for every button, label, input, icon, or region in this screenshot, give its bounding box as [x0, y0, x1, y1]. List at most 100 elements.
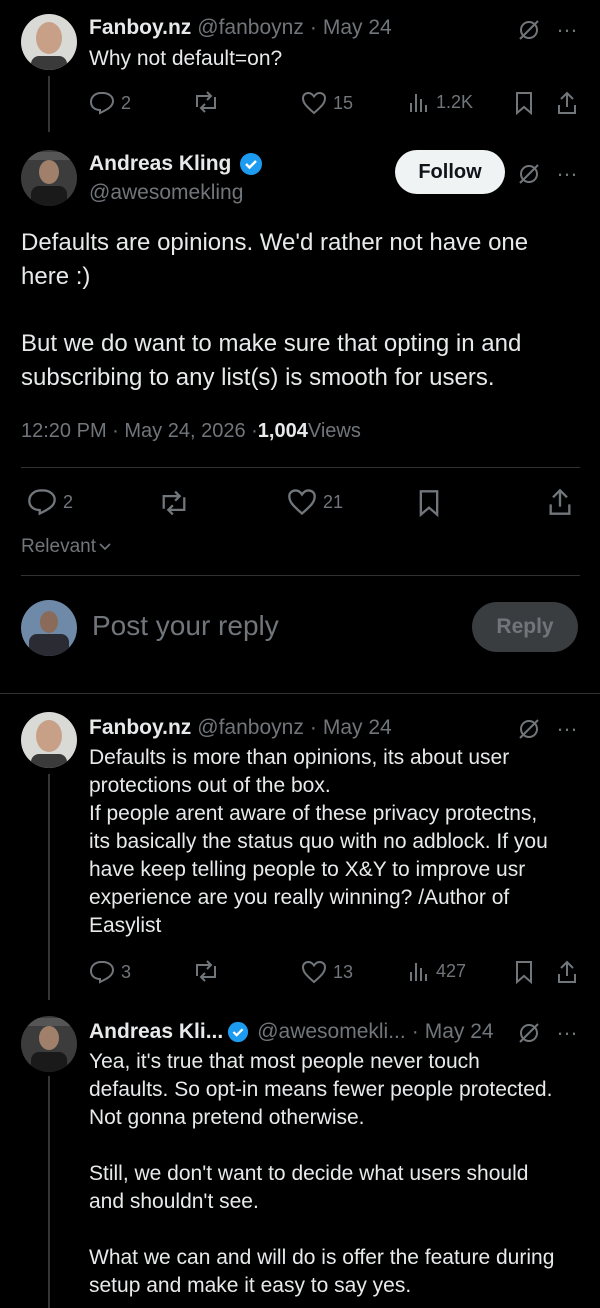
repost-icon — [196, 91, 216, 113]
grok-icon[interactable] — [515, 160, 543, 188]
thread-line — [48, 1076, 50, 1308]
share-icon[interactable] — [555, 959, 579, 985]
like-action[interactable]: 13 — [301, 960, 353, 984]
post-date[interactable]: May 24 — [323, 16, 392, 40]
repost-action[interactable] — [192, 960, 220, 982]
like-action[interactable]: 15 — [301, 91, 353, 115]
bookmark-icon[interactable] — [512, 90, 536, 116]
chevron-down-icon — [99, 543, 111, 551]
reply-count: 3 — [121, 961, 132, 982]
avatar-andreas[interactable] — [21, 150, 77, 206]
reply-button[interactable]: Reply — [472, 602, 578, 652]
avatar-current-user[interactable] — [21, 600, 77, 656]
post-timestamp: 12:20 PM · May 24, 2026 · 1,004 Views — [21, 420, 367, 443]
verified-badge-icon — [240, 153, 263, 175]
views-count: 1,004 — [257, 420, 308, 442]
sort-label: Relevant — [21, 536, 96, 557]
views-icon — [410, 94, 427, 112]
separator: · — [309, 716, 317, 739]
section-divider — [0, 693, 600, 694]
main-text-line3: But we do want to make sure that opting … — [21, 330, 522, 357]
tweet-text-line6: What we can and will do is offer the fea… — [89, 1246, 555, 1269]
tweet-text-line2: protections out of the box. — [89, 774, 331, 797]
more-icon[interactable]: … — [556, 1015, 579, 1041]
repost-action[interactable] — [158, 490, 190, 516]
author-name[interactable]: Andreas Kli... — [89, 1020, 223, 1044]
reply-action[interactable]: 2 — [27, 488, 73, 516]
divider — [21, 575, 580, 576]
repost-action[interactable] — [192, 91, 220, 113]
tweet2-header: Fanboy.nz @fanboynz · May 24 — [89, 716, 398, 740]
share-icon[interactable] — [555, 90, 579, 116]
reply-action[interactable]: 2 — [89, 91, 131, 115]
author-handle[interactable]: @awesomekling — [89, 181, 243, 205]
views-icon — [410, 963, 427, 981]
like-count: 15 — [333, 92, 354, 113]
main-text-line2: here :) — [21, 263, 91, 290]
avatar-andreas[interactable] — [21, 1016, 77, 1072]
reply-icon — [89, 92, 115, 115]
reply-count: 2 — [121, 92, 132, 113]
main-text-line1: Defaults are opinions. We'd rather not h… — [21, 229, 529, 256]
reply-icon — [89, 961, 115, 984]
author-name[interactable]: Fanboy.nz — [89, 716, 191, 740]
tweet3-header: Andreas Kli... @awesomekli... · May 24 — [89, 1020, 500, 1044]
views-action[interactable]: 427 — [408, 960, 466, 982]
bookmark-icon[interactable] — [416, 488, 442, 518]
tweet-text-line4: Still, we don't want to decide what user… — [89, 1162, 529, 1185]
divider — [21, 467, 580, 468]
author-handle[interactable]: @fanboynz — [197, 16, 304, 40]
tweet-text-line3: If people arent aware of these privacy p… — [89, 802, 538, 825]
tweet-text-line3: Not gonna pretend otherwise. — [89, 1106, 365, 1129]
tweet-text-line2: defaults. So opt-in means fewer people p… — [89, 1078, 553, 1101]
reply-icon — [28, 489, 56, 516]
repost-icon — [196, 960, 216, 982]
views-action[interactable]: 1.2K — [408, 91, 473, 113]
author-name[interactable]: Andreas Kling — [89, 152, 231, 176]
tweet-text-line6: experience are you really winning? /Auth… — [89, 886, 510, 909]
post-date[interactable]: May 24 — [323, 716, 392, 740]
author-name[interactable]: Fanboy.nz — [89, 16, 191, 40]
heart-icon — [301, 91, 327, 115]
tweet-text-line4: its basically the status quo with no adb… — [89, 830, 548, 853]
reply-count: 2 — [63, 491, 74, 512]
views-count: 427 — [436, 960, 467, 981]
grok-icon[interactable] — [515, 16, 543, 44]
tweet-text: Why not default=on? — [89, 47, 283, 70]
tweet1-header: Fanboy.nz @fanboynz · May 24 — [89, 16, 398, 40]
bookmark-icon[interactable] — [512, 959, 536, 985]
like-count: 13 — [333, 961, 354, 982]
post-date[interactable]: May 24 — [425, 1020, 494, 1044]
tweet-text-line7: Easylist — [89, 914, 162, 937]
tweet-text-line1: Defaults is more than opinions, its abou… — [89, 746, 510, 769]
heart-icon — [301, 960, 327, 984]
main-text-line4: subscribing to any list(s) is smooth for… — [21, 364, 495, 391]
grok-icon[interactable] — [515, 715, 543, 743]
main-author: Andreas Kling — [89, 152, 263, 176]
avatar-fanboy[interactable] — [21, 712, 77, 768]
separator: · — [411, 1020, 419, 1043]
like-count: 21 — [323, 491, 344, 512]
follow-button[interactable]: Follow — [395, 150, 505, 194]
timestamp[interactable]: 12:20 PM · May 24, 2026 · — [21, 420, 258, 443]
reply-input[interactable]: Post your reply — [92, 610, 279, 642]
avatar-fanboy[interactable] — [21, 14, 77, 70]
views-count: 1.2K — [436, 91, 474, 112]
author-handle[interactable]: @awesomekli... — [257, 1020, 406, 1044]
heart-icon — [288, 489, 316, 516]
grok-icon[interactable] — [515, 1019, 543, 1047]
author-handle[interactable]: @fanboynz — [197, 716, 304, 740]
repost-icon — [162, 490, 186, 516]
tweet-text-line5: have keep telling people to X&Y to impro… — [89, 858, 526, 881]
thread-line — [48, 774, 50, 1000]
more-icon[interactable]: … — [556, 711, 579, 737]
share-icon[interactable] — [546, 487, 574, 517]
reply-action[interactable]: 3 — [89, 960, 131, 984]
more-icon[interactable]: … — [556, 12, 579, 38]
verified-badge-icon — [228, 1021, 249, 1043]
more-icon[interactable]: … — [556, 156, 579, 182]
like-action[interactable]: 21 — [287, 488, 343, 516]
thread-line — [48, 76, 50, 132]
sort-dropdown[interactable]: Relevant — [21, 536, 112, 558]
separator: · — [309, 16, 317, 39]
